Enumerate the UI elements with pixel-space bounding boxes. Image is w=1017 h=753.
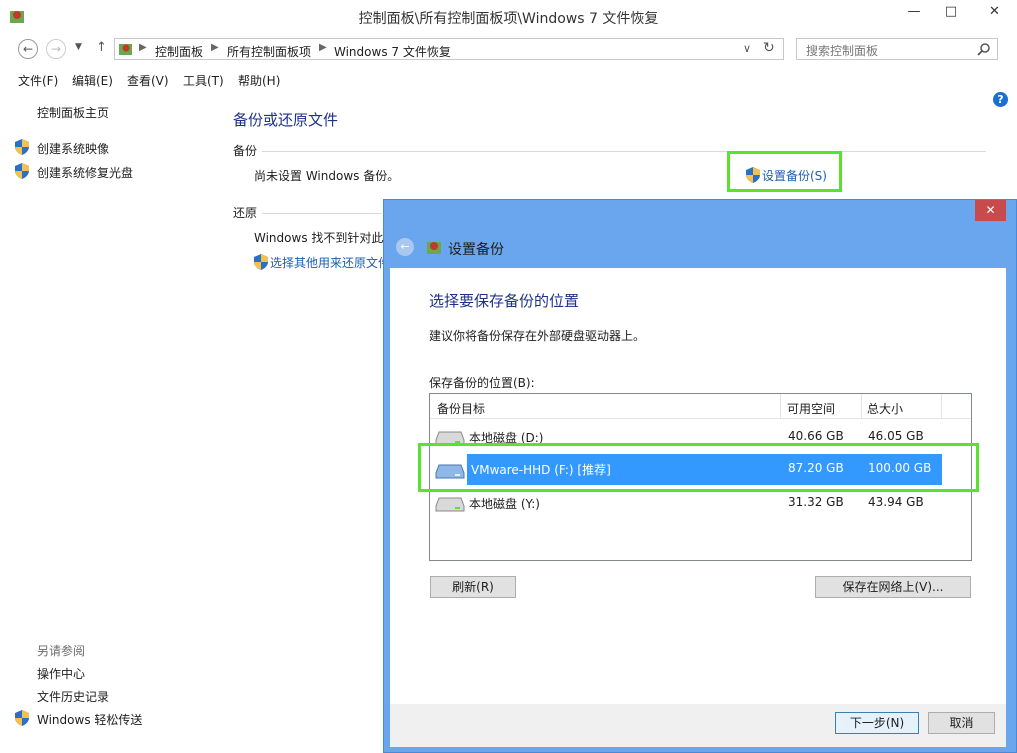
row-total: 43.94 GB	[868, 495, 924, 509]
control-panel-icon	[119, 44, 132, 55]
menu-help[interactable]: 帮助(H)	[238, 72, 280, 89]
up-icon[interactable]: ↑	[96, 40, 107, 55]
search-input[interactable]: 搜索控制面板	[796, 38, 998, 60]
uac-shield-icon	[254, 254, 268, 270]
dialog-heading: 选择要保存备份的位置	[429, 292, 580, 310]
hard-drive-icon	[435, 497, 465, 512]
row-total: 46.05 GB	[868, 429, 924, 443]
setup-backup-link[interactable]: 设置备份(S)	[762, 167, 827, 184]
dialog-title: 设置备份	[448, 242, 504, 258]
address-bar[interactable]: ▶ 控制面板 ▶ 所有控制面板项 ▶ Windows 7 文件恢复 ∨ ↻	[114, 38, 784, 60]
row-name: 本地磁盘 (Y:)	[469, 497, 540, 511]
save-on-network-button[interactable]: 保存在网络上(V)...	[815, 576, 971, 598]
help-icon[interactable]: ?	[993, 92, 1008, 107]
search-placeholder: 搜索控制面板	[806, 44, 879, 58]
divider	[262, 213, 382, 214]
column-header-target[interactable]: 备份目标	[437, 400, 485, 417]
column-separator	[861, 394, 862, 418]
restore-other-link[interactable]: 选择其他用来还原文件	[270, 254, 390, 271]
uac-shield-icon	[15, 139, 29, 155]
column-separator	[780, 394, 781, 418]
recent-dropdown-icon[interactable]: ▼	[75, 42, 82, 52]
list-row[interactable]: 本地磁盘 (Y:) 31.32 GB 43.94 GB	[431, 491, 970, 513]
highlight-box	[418, 443, 979, 492]
restore-status-text: Windows 找不到针对此	[254, 231, 384, 245]
maximize-button[interactable]: □	[934, 0, 968, 26]
next-button[interactable]: 下一步(N)	[835, 712, 919, 734]
menu-view[interactable]: 查看(V)	[127, 72, 169, 89]
divider	[262, 151, 986, 152]
left-nav-easy-transfer[interactable]: Windows 轻松传送	[37, 711, 142, 728]
minimize-button[interactable]: —	[897, 0, 931, 26]
left-nav-action-center[interactable]: 操作中心	[37, 665, 85, 682]
dialog-close-button[interactable]: ✕	[975, 200, 1006, 221]
backup-status-text: 尚未设置 Windows 备份。	[254, 169, 400, 183]
breadcrumb-file-recovery[interactable]: Windows 7 文件恢复	[334, 43, 451, 60]
uac-shield-icon	[746, 167, 760, 183]
left-nav-file-history[interactable]: 文件历史记录	[37, 688, 109, 705]
left-nav-create-repair-disc[interactable]: 创建系统修复光盘	[37, 164, 133, 181]
column-header-total[interactable]: 总大小	[867, 400, 903, 417]
refresh-icon[interactable]: ↻	[763, 40, 775, 56]
menu-file[interactable]: 文件(F)	[18, 72, 58, 89]
uac-shield-icon	[15, 710, 29, 726]
left-nav-create-image[interactable]: 创建系统映像	[37, 140, 109, 157]
close-button[interactable]: ✕	[972, 0, 1017, 26]
cancel-button[interactable]: 取消	[928, 712, 995, 734]
control-panel-icon	[427, 242, 441, 254]
dialog-back-button[interactable]: ←	[396, 238, 414, 256]
see-also-heading: 另请参阅	[37, 644, 86, 658]
breadcrumb-chevron-icon[interactable]: ▶	[139, 42, 147, 53]
breadcrumb-chevron-icon[interactable]: ▶	[211, 42, 219, 53]
breadcrumb-all-items[interactable]: 所有控制面板项	[227, 43, 311, 60]
backup-section-label: 备份	[233, 144, 258, 158]
search-icon[interactable]	[977, 42, 991, 56]
location-list-label: 保存备份的位置(B):	[429, 376, 535, 390]
menu-tools[interactable]: 工具(T)	[183, 72, 224, 89]
uac-shield-icon	[15, 163, 29, 179]
page-title: 备份或还原文件	[233, 111, 339, 129]
row-free: 40.66 GB	[788, 429, 844, 443]
column-header-free[interactable]: 可用空间	[787, 400, 835, 417]
address-dropdown-icon[interactable]: ∨	[743, 42, 751, 55]
row-free: 31.32 GB	[788, 495, 844, 509]
column-separator	[941, 394, 942, 418]
forward-button[interactable]: →	[46, 39, 66, 59]
back-button[interactable]: ←	[18, 39, 38, 59]
menu-edit[interactable]: 编辑(E)	[72, 72, 113, 89]
refresh-button[interactable]: 刷新(R)	[430, 576, 516, 598]
breadcrumb-chevron-icon[interactable]: ▶	[319, 42, 327, 53]
breadcrumb-control-panel[interactable]: 控制面板	[155, 43, 203, 60]
dialog-description: 建议你将备份保存在外部硬盘驱动器上。	[429, 329, 646, 343]
window-title: 控制面板\所有控制面板项\Windows 7 文件恢复	[358, 11, 659, 27]
restore-section-label: 还原	[233, 206, 258, 220]
left-nav-home[interactable]: 控制面板主页	[37, 104, 109, 121]
header-divider	[430, 418, 971, 419]
